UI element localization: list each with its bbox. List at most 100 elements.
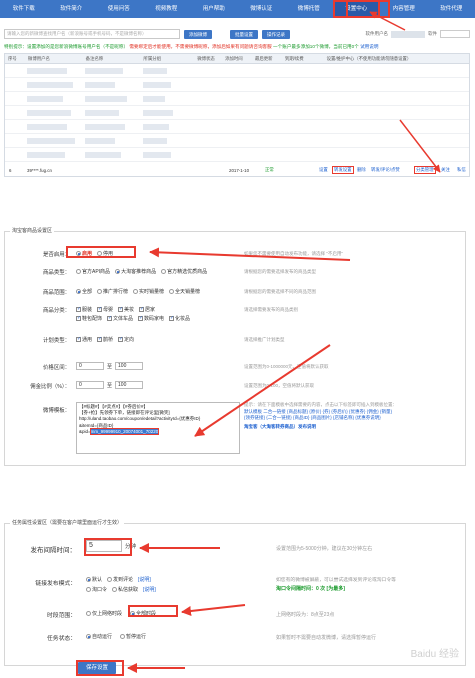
private-explain-link[interactable]: [说明] [143, 586, 156, 593]
plan-option-directed[interactable]: 定向 [118, 336, 134, 343]
nav-item-agent[interactable]: 软件代理 [428, 0, 475, 18]
col-header-added: 添加时间 [225, 55, 243, 61]
status-option-auto[interactable]: 自动运行 [86, 633, 112, 640]
col-header-remark: 备注名称 [85, 55, 104, 61]
col-header-status: 微博状态 [197, 55, 215, 61]
row-added-date: 2017-1-10 [229, 167, 250, 173]
row-action-repost-settings[interactable]: 转发设置 [332, 166, 354, 174]
col-header-index: 序号 [8, 55, 17, 61]
rate-min-input[interactable]: 0 [76, 381, 104, 389]
range-radio-group: 全部 推广排行榜 实时销量榜 全天销量榜 [76, 288, 200, 295]
template-pid-selection[interactable]: mm_99999910_20074001_70220 [89, 427, 160, 435]
account-list-panel: 软件下载 软件简介 使用问答 视频教程 用户帮助 微博认证 微博托管 设置中心 … [0, 0, 475, 190]
range-option-realtime[interactable]: 实时销量榜 [133, 288, 164, 295]
type-option-official[interactable]: 官方精选优质商品 [161, 268, 207, 275]
notice-trial-link[interactable]: 试用说明 [360, 44, 378, 49]
category-option-home[interactable]: 居家 [139, 306, 155, 313]
task-status-label: 任务状态： [47, 636, 76, 642]
nav-item-intro[interactable]: 软件简介 [48, 0, 96, 18]
price-max-input[interactable]: 100 [115, 362, 144, 370]
rate-hint: 设置范围为0-100，空值将默认获取 [244, 383, 315, 388]
nav-item-settings[interactable]: 设置中心 [332, 0, 380, 18]
link-explain-link[interactable]: [说明] [138, 576, 151, 583]
time-range-label: 时段范围： [47, 613, 76, 619]
col-header-settings: 设置/维护中心（不使用功能请勿随意设置） [326, 55, 412, 61]
variable-tags-row2[interactable]: {领券链接} {二合一链接} {商品ID} {商品图片} {店铺名称} {优惠券… [244, 415, 468, 422]
category-option-beauty[interactable]: 美妆 [118, 306, 134, 313]
price-min-input[interactable]: 0 [76, 362, 104, 370]
category-option-baby[interactable]: 母婴 [97, 306, 113, 313]
row-action-delete[interactable]: 删除 [357, 167, 366, 173]
task-status-group: 自动运行 暂停运行 [86, 633, 146, 640]
table-row [5, 134, 469, 148]
link-mode-row2: 淘口令 私信获取 [说明] [86, 586, 156, 593]
type-option-dataoke[interactable]: 大淘客推荐商品 [115, 268, 156, 275]
nav-item-faq[interactable]: 使用问答 [95, 0, 143, 18]
table-row [5, 106, 469, 120]
category-option-clothing[interactable]: 服装 [76, 306, 92, 313]
interval-input[interactable]: 5 [86, 540, 122, 552]
row-action-message[interactable]: 私信 [457, 167, 466, 173]
category-option-cosmetics[interactable]: 化妆品 [169, 315, 190, 322]
range-option-rank[interactable]: 推广排行榜 [97, 288, 128, 295]
range-option-all[interactable]: 全部 [76, 288, 92, 295]
link-option-taokouling[interactable]: 淘口令 [86, 586, 107, 593]
nav-item-help[interactable]: 用户帮助 [190, 0, 238, 18]
nav-item-hosting[interactable]: 微博托管 [285, 0, 333, 18]
template-line: &pid= [79, 428, 91, 434]
nav-item-content[interactable]: 内容管理 [380, 0, 428, 18]
range-option-fullday[interactable]: 全天销量榜 [169, 288, 200, 295]
time-option-all[interactable]: 全部时段 [130, 610, 156, 617]
enable-option-on[interactable]: 启用 [76, 250, 92, 257]
link-option-default[interactable]: 默认 [86, 576, 102, 583]
category-option-sports[interactable]: 文体车品 [107, 315, 133, 322]
category-option-shoes[interactable]: 鞋包配饰 [76, 315, 102, 322]
enable-label: 是否启用： [43, 252, 70, 258]
plan-option-general[interactable]: 通用 [76, 336, 92, 343]
link-option-comment[interactable]: 发到评论 [107, 576, 133, 583]
weibo-search-input[interactable]: 请输入您的新微博查找用户名（新浪账号或手机号码，不是微博名称） [4, 29, 180, 39]
operation-log-button[interactable]: 操作记录 [262, 29, 290, 39]
nav-item-video[interactable]: 视频教程 [143, 0, 191, 18]
link-option-private[interactable]: 私信获取 [112, 586, 138, 593]
category-option-digital[interactable]: 数码家电 [138, 315, 164, 322]
software-account-input[interactable] [440, 30, 470, 38]
table-row [5, 78, 469, 92]
rate-max-input[interactable]: 100 [115, 381, 144, 389]
save-settings-button[interactable]: 保存设置 [78, 662, 117, 674]
status-option-pause[interactable]: 暂停运行 [120, 633, 146, 640]
interval-label: 发布间隔时间： [30, 547, 77, 554]
weibo-template-textarea[interactable]: 【#标题#】【#卖点#】【#券后价#】 【券+抢】先领券下单，链接即在评论里[微… [76, 402, 240, 454]
col-header-renew: 到期/续费 [284, 55, 304, 61]
plan-checks: 通用 鹊桥 定向 [76, 336, 134, 343]
type-option-api[interactable]: 官方API商品 [76, 268, 110, 275]
rate-label: 佣金比例（%）： [30, 384, 70, 390]
row-action-settings[interactable]: 设置 [319, 167, 328, 173]
account-toolbar: 请输入您的新微博查找用户名（新浪账号或手机号码，不是微博名称） 添加微博 批量设… [4, 28, 470, 40]
plan-option-queqiao[interactable]: 鹊桥 [97, 336, 113, 343]
time-option-online[interactable]: 仅上网络时段 [86, 610, 122, 617]
interval-field: 5 分钟 [86, 540, 136, 552]
notice-line: 特别提示：设置添加的是您新浪微博账号用户名（不是昵称） 需要绑定后才能使用，不需… [4, 44, 470, 50]
plan-label: 计划类型： [43, 338, 70, 344]
batch-settings-button[interactable]: 批量设置 [230, 29, 258, 39]
nav-item-download[interactable]: 软件下载 [0, 0, 48, 18]
enable-option-off[interactable]: 停用 [97, 250, 113, 257]
category-label: 商品分类： [43, 308, 70, 314]
weibo-account-table: 序号 微博用户名 备注名称 所属分组 微博状态 添加时间 最后更新 到期/续费 … [4, 53, 470, 177]
software-account-suffix: 软件 [428, 31, 437, 36]
blurred-username [391, 30, 425, 38]
task-status-hint: 如果暂时不需要自动发微博，请选择暂停运行 [276, 635, 377, 641]
row-action-follow[interactable]: 关注 [441, 167, 450, 173]
table-row [5, 148, 469, 162]
row-action-repost-comment[interactable]: 转发/评论/点赞 [371, 167, 400, 173]
goods-section-title: 淘宝客商品设置区 [10, 227, 55, 234]
range-label: 商品范围： [43, 290, 70, 296]
table-row [5, 64, 469, 78]
nav-item-verify[interactable]: 微博认证 [238, 0, 286, 18]
category-checks-row1: 服装 母婴 美妆 居家 [76, 306, 155, 313]
add-weibo-button[interactable]: 添加微博 [184, 29, 212, 39]
publish-guide-link[interactable]: 淘宝客（大淘客转券商品）发布说明 [244, 424, 468, 431]
time-range-hint: 上网络时段为：8点至23点 [276, 612, 335, 618]
row-action-category-manage[interactable]: 分类管理 [414, 166, 436, 174]
